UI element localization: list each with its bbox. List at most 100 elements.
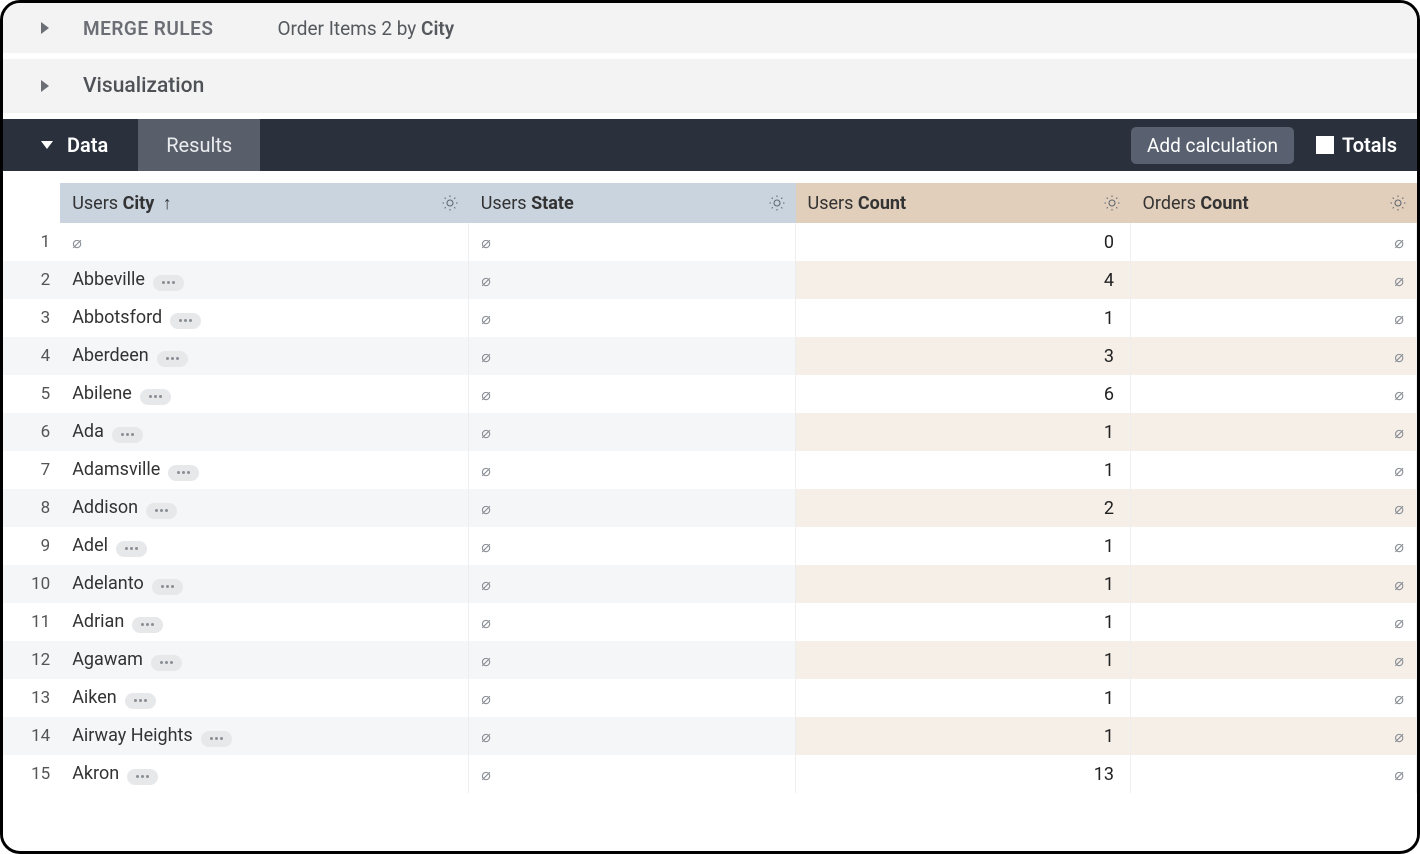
column-header-users-state[interactable]: Users State [469, 183, 796, 223]
cell-users-city[interactable]: Agawam [60, 641, 469, 679]
ellipsis-icon[interactable] [132, 617, 163, 633]
cell-orders-count[interactable]: ⌀ [1131, 451, 1417, 489]
gear-icon[interactable] [1389, 194, 1407, 212]
ellipsis-icon[interactable] [116, 541, 147, 557]
cell-users-count[interactable]: 1 [796, 299, 1131, 337]
cell-users-state[interactable]: ⌀ [469, 755, 796, 793]
cell-users-state[interactable]: ⌀ [469, 413, 796, 451]
cell-users-state[interactable]: ⌀ [469, 679, 796, 717]
table-row: 15Akron⌀13⌀ [3, 755, 1417, 793]
ellipsis-icon[interactable] [151, 655, 182, 671]
ellipsis-icon[interactable] [112, 427, 143, 443]
row-number: 3 [3, 299, 60, 337]
gear-icon[interactable] [768, 194, 786, 212]
table-row: 5Abilene⌀6⌀ [3, 375, 1417, 413]
cell-users-state[interactable]: ⌀ [469, 717, 796, 755]
ellipsis-icon[interactable] [127, 769, 158, 785]
cell-users-city[interactable]: ⌀ [60, 223, 469, 261]
cell-orders-count[interactable]: ⌀ [1131, 755, 1417, 793]
merge-rules-panel[interactable]: MERGE RULES Order Items 2 by City [3, 3, 1417, 59]
gear-icon[interactable] [1103, 194, 1121, 212]
cell-orders-count[interactable]: ⌀ [1131, 223, 1417, 261]
cell-users-state[interactable]: ⌀ [469, 261, 796, 299]
cell-users-city[interactable]: Akron [60, 755, 469, 793]
cell-orders-count[interactable]: ⌀ [1131, 603, 1417, 641]
column-header-users-city[interactable]: Users City ↑ [60, 183, 469, 223]
ellipsis-icon[interactable] [153, 275, 184, 291]
cell-users-state[interactable]: ⌀ [469, 527, 796, 565]
data-section-toggle[interactable]: Data [3, 119, 138, 171]
column-header-orders-count[interactable]: Orders Count [1131, 183, 1417, 223]
cell-users-state[interactable]: ⌀ [469, 641, 796, 679]
cell-users-city[interactable]: Adel [60, 527, 469, 565]
ellipsis-icon[interactable] [146, 503, 177, 519]
cell-users-count[interactable]: 2 [796, 489, 1131, 527]
cell-users-state[interactable]: ⌀ [469, 565, 796, 603]
cell-users-count[interactable]: 1 [796, 527, 1131, 565]
cell-users-count[interactable]: 1 [796, 451, 1131, 489]
cell-orders-count[interactable]: ⌀ [1131, 679, 1417, 717]
cell-value: 1 [1104, 422, 1118, 443]
cell-users-city[interactable]: Addison [60, 489, 469, 527]
ellipsis-icon[interactable] [152, 579, 183, 595]
ellipsis-icon[interactable] [125, 693, 156, 709]
cell-users-count[interactable]: 1 [796, 641, 1131, 679]
cell-orders-count[interactable]: ⌀ [1131, 641, 1417, 679]
cell-orders-count[interactable]: ⌀ [1131, 375, 1417, 413]
table-row: 2Abbeville⌀4⌀ [3, 261, 1417, 299]
cell-users-count[interactable]: 3 [796, 337, 1131, 375]
cell-users-state[interactable]: ⌀ [469, 603, 796, 641]
cell-users-count[interactable]: 1 [796, 413, 1131, 451]
cell-orders-count[interactable]: ⌀ [1131, 337, 1417, 375]
cell-users-count[interactable]: 4 [796, 261, 1131, 299]
cell-users-city[interactable]: Abbeville [60, 261, 469, 299]
add-calculation-button[interactable]: Add calculation [1131, 127, 1294, 164]
cell-users-state[interactable]: ⌀ [469, 337, 796, 375]
cell-value: Addison [72, 497, 138, 518]
cell-users-city[interactable]: Adrian [60, 603, 469, 641]
cell-users-count[interactable]: 1 [796, 565, 1131, 603]
cell-orders-count[interactable]: ⌀ [1131, 717, 1417, 755]
column-header-users-count[interactable]: Users Count [796, 183, 1131, 223]
cell-users-count[interactable]: 13 [796, 755, 1131, 793]
cell-users-state[interactable]: ⌀ [469, 299, 796, 337]
cell-users-count[interactable]: 1 [796, 679, 1131, 717]
ellipsis-icon[interactable] [201, 731, 232, 747]
cell-orders-count[interactable]: ⌀ [1131, 413, 1417, 451]
cell-users-count[interactable]: 0 [796, 223, 1131, 261]
cell-orders-count[interactable]: ⌀ [1131, 527, 1417, 565]
cell-users-state[interactable]: ⌀ [469, 375, 796, 413]
totals-toggle[interactable]: Totals [1316, 133, 1397, 157]
cell-users-city[interactable]: Abilene [60, 375, 469, 413]
cell-users-state[interactable]: ⌀ [469, 223, 796, 261]
visualization-panel[interactable]: Visualization [3, 59, 1417, 119]
cell-orders-count[interactable]: ⌀ [1131, 261, 1417, 299]
cell-users-city[interactable]: Abbotsford [60, 299, 469, 337]
cell-value: 1 [1104, 650, 1118, 671]
cell-users-city[interactable]: Adelanto [60, 565, 469, 603]
cell-orders-count[interactable]: ⌀ [1131, 489, 1417, 527]
cell-users-state[interactable]: ⌀ [469, 451, 796, 489]
cell-orders-count[interactable]: ⌀ [1131, 565, 1417, 603]
ellipsis-icon[interactable] [168, 465, 199, 481]
cell-users-city[interactable]: Airway Heights [60, 717, 469, 755]
cell-value: 1 [1104, 460, 1118, 481]
ellipsis-icon[interactable] [140, 389, 171, 405]
cell-users-count[interactable]: 1 [796, 603, 1131, 641]
cell-users-count[interactable]: 6 [796, 375, 1131, 413]
null-icon: ⌀ [481, 727, 491, 746]
cell-users-count[interactable]: 1 [796, 717, 1131, 755]
cell-users-city[interactable]: Aberdeen [60, 337, 469, 375]
chevron-down-icon [41, 141, 53, 149]
gear-icon[interactable] [441, 194, 459, 212]
cell-users-city[interactable]: Adamsville [60, 451, 469, 489]
ellipsis-icon[interactable] [157, 351, 188, 367]
ellipsis-icon[interactable] [170, 313, 201, 329]
cell-orders-count[interactable]: ⌀ [1131, 299, 1417, 337]
cell-users-state[interactable]: ⌀ [469, 489, 796, 527]
cell-users-city[interactable]: Aiken [60, 679, 469, 717]
cell-users-city[interactable]: Ada [60, 413, 469, 451]
tab-results[interactable]: Results [138, 119, 260, 171]
null-icon: ⌀ [1394, 385, 1404, 404]
merge-rules-subtitle-strong: City [421, 17, 454, 40]
